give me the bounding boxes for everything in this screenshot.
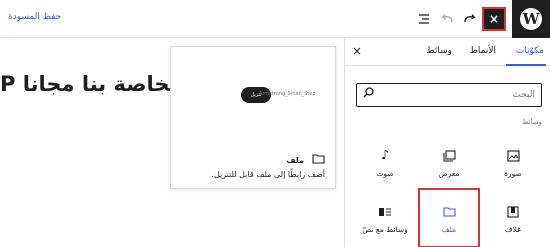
inserter-tabs: مكوّنات الأنماط وسائط × xyxy=(344,38,550,66)
preview-title-row: ملف xyxy=(286,153,325,167)
media-text-icon xyxy=(378,203,392,221)
undo-icon[interactable] xyxy=(437,9,457,29)
top-toolbar: W × حفظ المسودة xyxy=(0,0,550,38)
preview-filename: Armstrong_Sinan_Step xyxy=(259,91,316,97)
block-search xyxy=(356,83,542,107)
block-image-label: صورة xyxy=(504,168,522,178)
block-gallery[interactable]: معرض xyxy=(420,134,478,190)
block-audio-label: صوت xyxy=(376,168,394,178)
block-gallery-label: معرض xyxy=(438,168,460,178)
search-icon xyxy=(363,87,374,101)
block-file-label: ملف xyxy=(441,224,457,234)
category-label: وسائط xyxy=(522,118,542,126)
folder-icon xyxy=(312,153,325,167)
cover-icon xyxy=(507,203,519,221)
block-search-input[interactable] xyxy=(385,85,535,105)
tab-blocks[interactable]: مكوّنات xyxy=(516,46,544,56)
block-audio[interactable]: ♪ صوت xyxy=(356,134,414,190)
list-view-icon[interactable] xyxy=(414,9,434,29)
block-cover[interactable]: غلاف xyxy=(484,190,542,246)
block-media-text[interactable]: وسائط مع نصّ xyxy=(356,190,414,246)
block-preview-popover: تنزيل Armstrong_Sinan_Step ملف أضف رابطً… xyxy=(170,46,336,189)
wordpress-logo-icon: W xyxy=(520,8,542,30)
block-inserter-sidebar: مكوّنات الأنماط وسائط × وسائط صورة معرض … xyxy=(344,38,550,247)
audio-icon: ♪ xyxy=(380,148,390,163)
block-file[interactable]: ملف xyxy=(418,188,480,247)
preview-title: ملف xyxy=(286,155,304,165)
block-cover-label: غلاف xyxy=(504,224,522,234)
block-image[interactable]: صورة xyxy=(484,134,542,190)
active-tab-indicator xyxy=(506,64,546,66)
gallery-icon xyxy=(442,147,456,165)
save-draft-button[interactable]: حفظ المسودة xyxy=(8,12,61,22)
block-media-text-label: وسائط مع نصّ xyxy=(362,224,408,234)
wordpress-logo-button[interactable]: W xyxy=(512,0,550,38)
redo-icon[interactable] xyxy=(460,9,480,29)
image-icon xyxy=(506,147,520,165)
tab-media[interactable]: وسائط xyxy=(426,46,452,56)
close-inserter-button[interactable]: × xyxy=(482,7,506,31)
tab-patterns[interactable]: الأنماط xyxy=(470,46,496,56)
folder-icon xyxy=(442,203,456,221)
preview-description: أضف رابطًا إلى ملف قابل للتنزيل. xyxy=(211,170,325,179)
close-icon[interactable]: × xyxy=(352,44,362,58)
